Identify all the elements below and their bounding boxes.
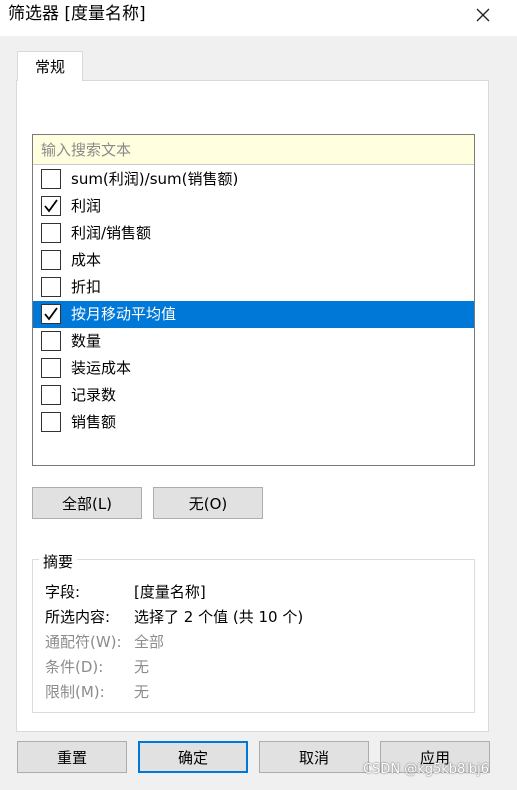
- list-item[interactable]: 折扣: [33, 274, 474, 301]
- list-item-label: 装运成本: [71, 359, 132, 377]
- list-item-label: 利润: [71, 197, 102, 215]
- summary-key: 字段:: [45, 583, 81, 601]
- checkbox[interactable]: [41, 223, 61, 243]
- list-item-label: sum(利润)/sum(销售额): [71, 170, 239, 188]
- list-item[interactable]: 销售额: [33, 409, 474, 436]
- tab-general-label: 常规: [34, 58, 65, 76]
- search-placeholder: 输入搜索文本: [41, 141, 132, 159]
- title-bar: 筛选器 [度量名称]: [0, 0, 517, 36]
- list-item-label: 数量: [71, 332, 102, 350]
- checkbox[interactable]: [41, 304, 61, 324]
- select-none-label: 无(O): [188, 494, 228, 513]
- summary-value: 无: [134, 658, 150, 676]
- select-all-button[interactable]: 全部(L): [32, 487, 142, 519]
- checkbox[interactable]: [41, 196, 61, 216]
- checkbox[interactable]: [41, 250, 61, 270]
- list-item-label: 折扣: [71, 278, 102, 296]
- summary-key: 所选内容:: [45, 608, 111, 626]
- list-item[interactable]: 成本: [33, 247, 474, 274]
- measure-list[interactable]: 输入搜索文本 sum(利润)/sum(销售额) 利润 利润/销售额 成本 折扣 …: [32, 134, 475, 466]
- reset-label: 重置: [56, 748, 87, 767]
- select-all-label: 全部(L): [61, 494, 113, 513]
- list-item-label: 销售额: [71, 413, 117, 431]
- summary-value: [度量名称]: [134, 583, 206, 601]
- checkmark-icon: [44, 307, 58, 321]
- list-item[interactable]: 记录数: [33, 382, 474, 409]
- tab-panel-general: 输入搜索文本 sum(利润)/sum(销售额) 利润 利润/销售额 成本 折扣 …: [16, 80, 489, 732]
- summary-key: 通配符(W):: [45, 633, 122, 651]
- summary-value: 无: [134, 683, 150, 701]
- ok-button[interactable]: 确定: [138, 741, 248, 773]
- window-title: 筛选器 [度量名称]: [8, 4, 146, 24]
- list-item-label: 记录数: [71, 386, 117, 404]
- close-icon: [476, 8, 490, 22]
- search-input[interactable]: 输入搜索文本: [33, 135, 474, 165]
- summary-value: 全部: [134, 633, 165, 651]
- list-item[interactable]: 利润/销售额: [33, 220, 474, 247]
- list-item[interactable]: sum(利润)/sum(销售额): [33, 166, 474, 193]
- summary-legend: 摘要: [39, 551, 78, 572]
- list-item-selected[interactable]: 按月移动平均值: [33, 301, 474, 328]
- watermark: CSDN @kg5kb8lbj6: [363, 762, 490, 777]
- dialog-body: 常规 输入搜索文本 sum(利润)/sum(销售额) 利润 利润/销售额 成本 …: [0, 36, 517, 790]
- list-item[interactable]: 装运成本: [33, 355, 474, 382]
- checkbox[interactable]: [41, 277, 61, 297]
- checkbox[interactable]: [41, 169, 61, 189]
- checkmark-icon: [44, 199, 58, 213]
- ok-label: 确定: [177, 748, 208, 767]
- cancel-label: 取消: [298, 748, 329, 767]
- list-item-label: 成本: [71, 251, 102, 269]
- list-item-label: 按月移动平均值: [71, 305, 177, 323]
- select-none-button[interactable]: 无(O): [153, 487, 263, 519]
- checkbox[interactable]: [41, 412, 61, 432]
- reset-button[interactable]: 重置: [17, 741, 127, 773]
- tab-general[interactable]: 常规: [17, 51, 83, 81]
- checkbox[interactable]: [41, 331, 61, 351]
- summary-key: 限制(M):: [45, 683, 105, 701]
- summary-key: 条件(D):: [45, 658, 104, 676]
- checkbox[interactable]: [41, 385, 61, 405]
- checkbox[interactable]: [41, 358, 61, 378]
- summary-value: 选择了 2 个值 (共 10 个): [134, 608, 304, 626]
- list-item[interactable]: 数量: [33, 328, 474, 355]
- list-item[interactable]: 利润: [33, 193, 474, 220]
- list-item-label: 利润/销售额: [71, 224, 152, 242]
- close-button[interactable]: [466, 0, 500, 30]
- cancel-button[interactable]: 取消: [259, 741, 369, 773]
